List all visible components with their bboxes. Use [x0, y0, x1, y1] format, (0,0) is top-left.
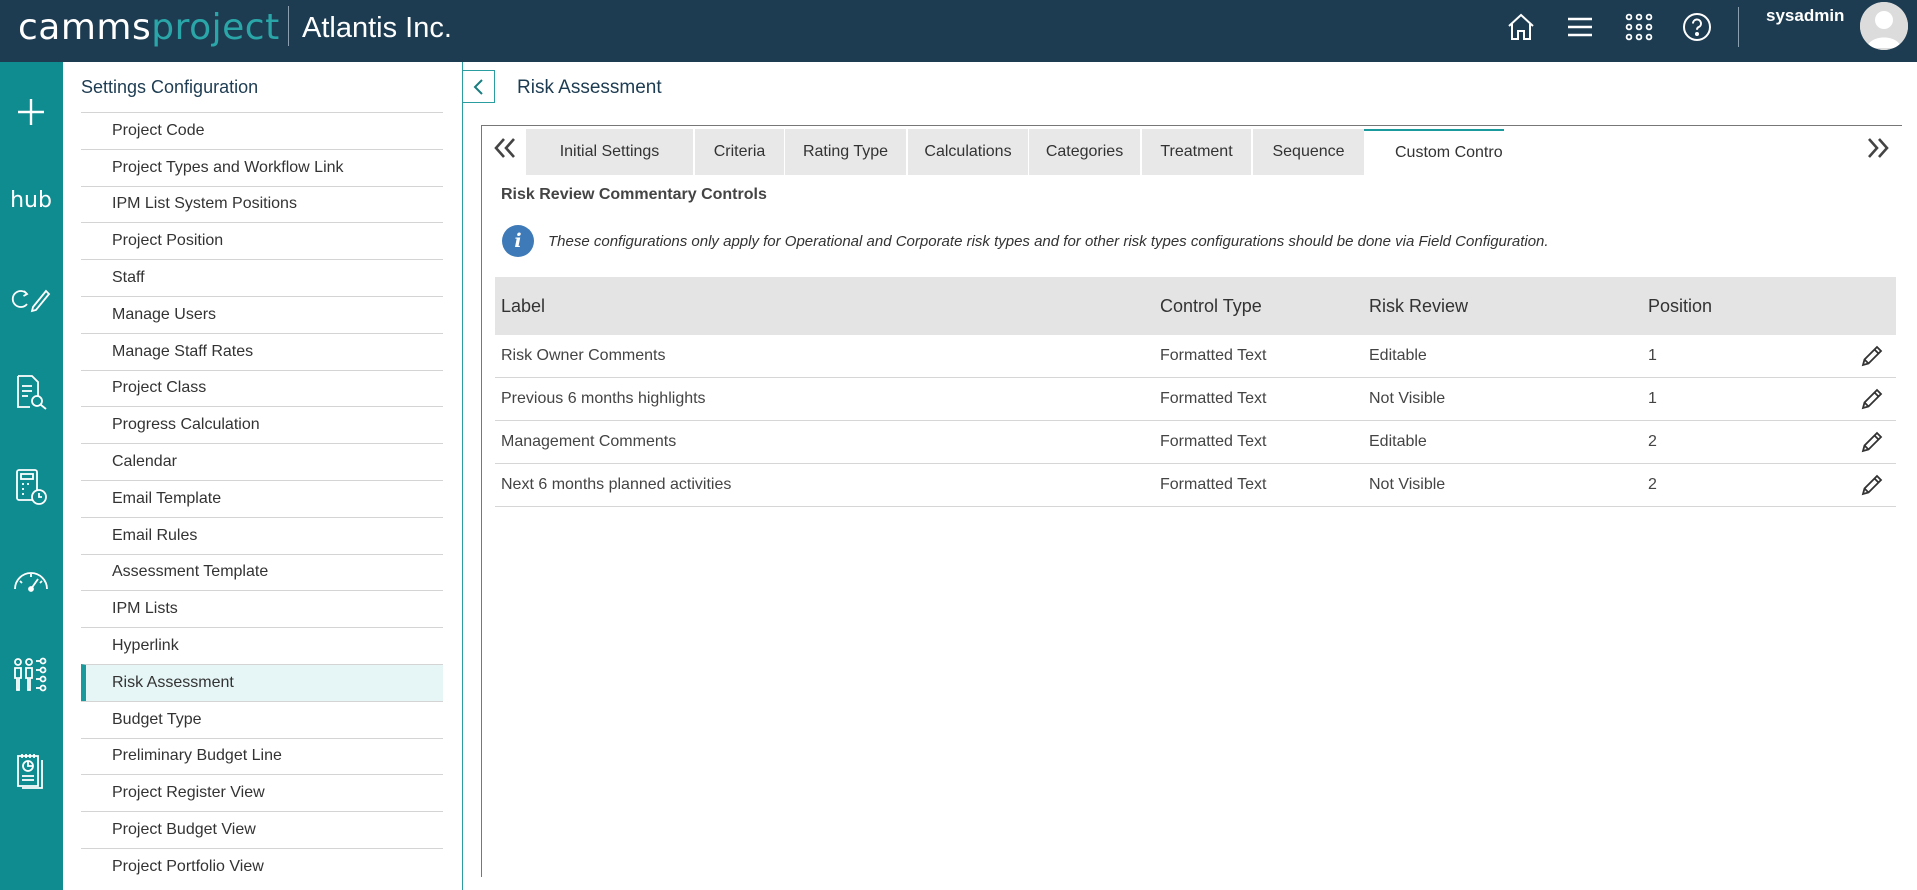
- gauge-icon[interactable]: [10, 561, 52, 603]
- table-row: Next 6 months planned activities Formatte…: [495, 464, 1896, 507]
- settings-item[interactable]: Calendar: [81, 443, 443, 480]
- settings-item[interactable]: IPM List System Positions: [81, 185, 443, 223]
- section-title: Risk Review Commentary Controls: [501, 186, 767, 203]
- report-icon[interactable]: [10, 750, 52, 792]
- page-title: Risk Assessment: [517, 77, 662, 98]
- info-icon: i: [502, 225, 534, 257]
- cell-position: 1: [1648, 390, 1657, 407]
- table-row: Management Comments Formatted Text Editabl…: [495, 421, 1896, 464]
- column-header-label[interactable]: Label: [501, 277, 545, 335]
- refresh-edit-icon[interactable]: [10, 277, 52, 319]
- column-header-position[interactable]: Position: [1648, 277, 1712, 335]
- table-row: Previous 6 months highlights Formatted Te…: [495, 378, 1896, 421]
- settings-item[interactable]: Manage Staff Rates: [81, 332, 443, 370]
- tab-item[interactable]: Sequence: [1253, 129, 1364, 175]
- help-icon[interactable]: [1680, 10, 1714, 44]
- tab-scroll-left-icon[interactable]: [490, 131, 520, 165]
- header-divider: [1738, 7, 1739, 47]
- cell-label: Risk Owner Comments: [501, 347, 666, 364]
- settings-item[interactable]: Email Template: [81, 479, 443, 517]
- cell-risk-review: Not Visible: [1369, 390, 1446, 407]
- content-panel: Initial Settings Criteria Rating Type Calcu…: [481, 125, 1902, 877]
- pencil-edit-icon[interactable]: [1857, 464, 1887, 506]
- avatar[interactable]: [1860, 2, 1908, 50]
- settings-item[interactable]: Assessment Template: [81, 553, 443, 591]
- settings-panel: Settings Configuration Project Code Proje…: [63, 62, 463, 890]
- column-header-risk-review[interactable]: Risk Review: [1369, 277, 1468, 335]
- settings-item[interactable]: Preliminary Budget Line: [81, 737, 443, 775]
- cell-position: 2: [1648, 433, 1657, 450]
- info-message: i These configurations only apply for Op…: [502, 224, 1549, 258]
- settings-item[interactable]: Project Portfolio View: [81, 847, 443, 885]
- settings-item[interactable]: Hyperlink: [81, 627, 443, 664]
- cell-control-type: Formatted Text: [1160, 390, 1267, 407]
- pencil-edit-icon[interactable]: [1857, 421, 1887, 463]
- settings-item[interactable]: Progress Calculation: [81, 406, 443, 443]
- brand-divider: [288, 6, 289, 46]
- menu-icon[interactable]: [1563, 10, 1597, 44]
- tab-item[interactable]: Calculations: [908, 129, 1028, 175]
- settings-item[interactable]: Budget Type: [81, 700, 443, 738]
- apps-grid-icon[interactable]: [1622, 10, 1656, 44]
- people-settings-icon[interactable]: [10, 654, 52, 696]
- calculator-clock-icon[interactable]: [10, 466, 52, 508]
- tab-item[interactable]: Initial Settings: [526, 129, 693, 175]
- company-name: Atlantis Inc.: [302, 12, 452, 44]
- cell-position: 2: [1648, 476, 1657, 493]
- cell-control-type: Formatted Text: [1160, 476, 1267, 493]
- tab-item[interactable]: Rating Type: [785, 129, 906, 175]
- settings-item[interactable]: Project Position: [81, 222, 443, 259]
- settings-item[interactable]: Staff: [81, 259, 443, 296]
- settings-item[interactable]: Project Types and Workflow Link: [81, 148, 443, 186]
- tab-item[interactable]: Treatment: [1142, 129, 1251, 175]
- settings-item[interactable]: Project Code: [81, 112, 443, 149]
- table-row: Risk Owner Comments Formatted Text Editabl…: [495, 335, 1896, 378]
- collapse-panel-button[interactable]: [462, 70, 495, 103]
- brand-logo[interactable]: cammsproject: [18, 8, 280, 48]
- settings-item[interactable]: Email Rules: [81, 516, 443, 554]
- settings-item[interactable]: Risk Assessment: [81, 663, 443, 701]
- settings-list: Project Code Project Types and Workflow L…: [81, 112, 443, 885]
- column-header-control-type[interactable]: Control Type: [1160, 277, 1262, 335]
- top-header: cammsproject Atlantis Inc. sysadmin: [0, 0, 1917, 62]
- hub-link[interactable]: hub: [10, 179, 52, 221]
- tab-bar: Initial Settings Criteria Rating Type Calcu…: [482, 127, 1902, 175]
- home-icon[interactable]: [1504, 10, 1538, 44]
- cell-risk-review: Not Visible: [1369, 476, 1446, 493]
- settings-item[interactable]: Project Budget View: [81, 811, 443, 848]
- settings-item[interactable]: Manage Users: [81, 295, 443, 333]
- settings-title: Settings Configuration: [81, 77, 259, 97]
- tab-item[interactable]: Categories: [1029, 129, 1140, 175]
- cell-control-type: Formatted Text: [1160, 347, 1267, 364]
- cell-risk-review: Editable: [1369, 347, 1427, 364]
- info-text: These configurations only apply for Oper…: [548, 232, 1549, 250]
- cell-control-type: Formatted Text: [1160, 433, 1267, 450]
- settings-item[interactable]: IPM Lists: [81, 590, 443, 627]
- controls-table: Label Control Type Risk Review Position …: [495, 277, 1896, 507]
- document-search-icon[interactable]: [10, 371, 52, 413]
- pencil-edit-icon[interactable]: [1857, 335, 1887, 377]
- settings-item[interactable]: Project Register View: [81, 774, 443, 811]
- cell-risk-review: Editable: [1369, 433, 1427, 450]
- username[interactable]: sysadmin: [1766, 6, 1844, 26]
- tab-scroll-right-icon[interactable]: [1863, 131, 1893, 165]
- tab-item[interactable]: Criteria: [695, 129, 784, 175]
- table-header: Label Control Type Risk Review Position: [495, 277, 1896, 335]
- pencil-edit-icon[interactable]: [1857, 378, 1887, 420]
- cell-label: Management Comments: [501, 433, 677, 450]
- settings-item[interactable]: Project Class: [81, 369, 443, 407]
- tab-item[interactable]: Custom Contro: [1364, 129, 1504, 175]
- cell-label: Next 6 months planned activities: [501, 476, 732, 493]
- cell-label: Previous 6 months highlights: [501, 390, 706, 407]
- cell-position: 1: [1648, 347, 1657, 364]
- left-rail: hub: [0, 62, 63, 890]
- add-icon[interactable]: [10, 91, 52, 133]
